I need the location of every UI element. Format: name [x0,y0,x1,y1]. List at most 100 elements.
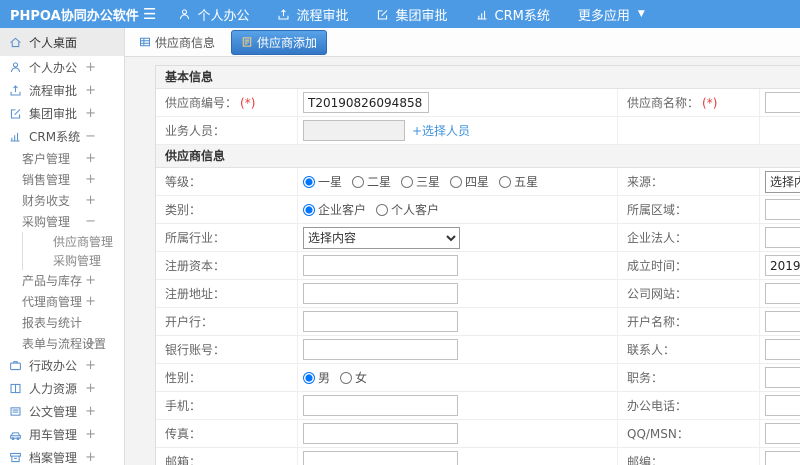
collapse-minus-icon[interactable]: − [85,129,96,144]
tab-supplier-add[interactable]: 供应商添加 [231,29,328,55]
gender-radio-0[interactable] [303,371,315,384]
sidebar-item-sales-mgmt-label: 销售管理 [22,173,71,187]
expand-plus-icon[interactable]: + [85,83,96,98]
level-radio-4[interactable] [499,175,512,188]
category-radio-0[interactable] [303,203,315,216]
collapse-minus-icon[interactable]: − [85,214,96,229]
hamburger-menu-icon[interactable]: ☰ [143,6,156,22]
gender-option-0[interactable]: 男 [303,369,330,386]
sidebar-item-document-mgmt[interactable]: 公文管理 + [0,400,124,423]
sidebar-item-human-resources[interactable]: 人力资源 + [0,377,124,400]
sidebar-item-workflow-approval[interactable]: 流程审批 + [0,79,124,102]
category-radio-1[interactable] [376,203,389,216]
form-row: 业务人员： +选择人员 [156,117,800,145]
sidebar-item-reports-stats[interactable]: 报表与统计 [0,312,124,333]
registered-address-label: 注册地址： [156,280,298,307]
level-radio-3[interactable] [450,175,463,188]
contact-person-input[interactable] [765,339,800,360]
gender-option-1[interactable]: 女 [340,369,367,386]
sidebar-item-group-approval[interactable]: 集团审批 + [0,102,124,125]
empty-field-cell [760,117,800,144]
bank-account-input[interactable] [303,339,458,360]
category-label: 类别： [156,196,298,223]
sidebar-item-form-workflow-settings[interactable]: 表单与流程设置 + [0,333,124,354]
industry-field: 选择内容 [298,224,618,251]
sidebar-item-finance-income-expense[interactable]: 财务收支 + [0,190,124,211]
level-option-4[interactable]: 五星 [499,173,538,190]
source-field: 选择内容 [760,168,800,195]
company-website-input[interactable] [765,283,800,304]
fax-input[interactable] [303,423,458,444]
topnav-more-apps[interactable]: 更多应用 ▼ [578,5,645,24]
sidebar-item-personal-desktop[interactable]: 个人桌面 [0,28,124,56]
expand-plus-icon[interactable]: + [85,106,96,121]
top-nav: 个人办公 流程审批 集团审批 CRM系统 更多应用 ▼ [178,5,645,24]
sidebar-item-admin-office[interactable]: 行政办公 + [0,354,124,377]
region-input[interactable] [765,199,800,220]
qq-msn-input[interactable] [765,423,800,444]
expand-plus-icon[interactable]: + [85,294,96,309]
sidebar-item-agent-mgmt[interactable]: 代理商管理 + [0,291,124,312]
level-radio-0[interactable] [303,175,315,188]
legal-person-input[interactable] [765,227,800,248]
bank-input[interactable] [303,311,458,332]
expand-plus-icon[interactable]: + [85,60,96,75]
topnav-group-approval[interactable]: 集团审批 [376,5,448,24]
sidebar-item-sales-mgmt[interactable]: 销售管理 + [0,169,124,190]
gender-field: 男女 [298,364,618,391]
sidebar-item-personal-office[interactable]: 个人办公 + [0,56,124,79]
sidebar-item-supplier-mgmt[interactable]: 供应商管理 [22,232,124,251]
expand-plus-icon[interactable]: + [85,358,96,373]
sidebar-item-product-inventory[interactable]: 产品与库存 + [0,270,124,291]
sidebar-item-purchasing-mgmt[interactable]: 采购管理 [22,251,124,270]
position-input[interactable] [765,367,800,388]
level-radio-1[interactable] [352,175,365,188]
industry-select[interactable]: 选择内容 [303,226,460,249]
topnav-crm-system[interactable]: CRM系统 [476,5,550,24]
topnav-workflow-approval[interactable]: 流程审批 [277,5,348,24]
expand-plus-icon[interactable]: + [85,450,96,465]
sidebar-item-archive-mgmt[interactable]: 档案管理 + [0,446,124,465]
founding-date-input[interactable] [765,255,800,276]
fax-label: 传真： [156,420,298,447]
email-input[interactable] [303,451,458,465]
business-person-input[interactable] [303,120,405,141]
qq-msn-field [760,420,800,447]
expand-plus-icon[interactable]: + [85,151,96,166]
tab-supplier-info[interactable]: 供应商信息 [133,31,221,54]
sidebar-item-finance-income-expense-label: 财务收支 [22,194,71,208]
sidebar-item-customer-mgmt[interactable]: 客户管理 + [0,148,124,169]
expand-plus-icon[interactable]: + [85,193,96,208]
sidebar-item-customer-mgmt-label: 客户管理 [22,152,71,166]
supplier-name-input[interactable] [765,92,800,113]
gender-radio-1[interactable] [340,371,353,384]
required-mark: (*) [240,95,256,110]
supplier-code-input[interactable] [303,92,429,113]
category-option-1[interactable]: 个人客户 [376,201,439,218]
source-select[interactable]: 选择内容 [765,170,800,193]
topnav-personal-office[interactable]: 个人办公 [178,5,249,24]
expand-plus-icon[interactable]: + [85,381,96,396]
account-name-input[interactable] [765,311,800,332]
expand-plus-icon[interactable]: + [85,336,96,351]
sidebar-item-crm-system[interactable]: CRM系统 − [0,125,124,148]
category-option-0[interactable]: 企业客户 [303,201,366,218]
registered-capital-input[interactable] [303,255,458,276]
mobile-input[interactable] [303,395,458,416]
zip-code-input[interactable] [765,451,800,465]
sidebar-item-purchase-mgmt[interactable]: 采购管理 − [0,211,124,232]
registered-address-field [298,280,618,307]
expand-plus-icon[interactable]: + [85,427,96,442]
level-radio-2[interactable] [401,175,414,188]
expand-plus-icon[interactable]: + [85,273,96,288]
expand-plus-icon[interactable]: + [85,172,96,187]
registered-address-input[interactable] [303,283,458,304]
expand-plus-icon[interactable]: + [85,404,96,419]
level-option-1[interactable]: 二星 [352,173,391,190]
sidebar-item-vehicle-mgmt[interactable]: 用车管理 + [0,423,124,446]
level-option-2[interactable]: 三星 [401,173,440,190]
office-phone-input[interactable] [765,395,800,416]
level-option-0[interactable]: 一星 [303,173,342,190]
business-person-picker-link[interactable]: +选择人员 [412,122,470,139]
level-option-3[interactable]: 四星 [450,173,489,190]
